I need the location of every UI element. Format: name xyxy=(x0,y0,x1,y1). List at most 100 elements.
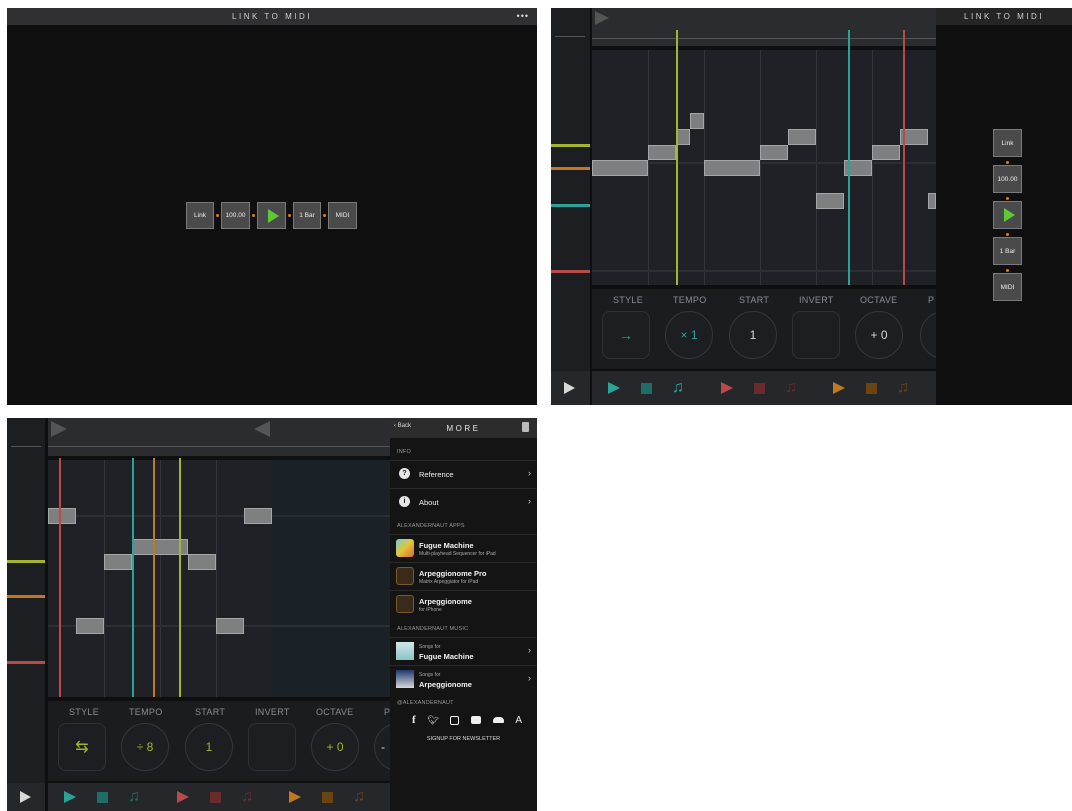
start-knob[interactable]: 1 xyxy=(185,723,233,771)
app-title: Arpeggionome xyxy=(419,597,472,606)
note-block[interactable] xyxy=(690,113,704,129)
track-play-icon[interactable] xyxy=(289,791,301,803)
track-stop-icon[interactable] xyxy=(322,792,333,803)
note-block[interactable] xyxy=(76,618,104,634)
playhead-orange[interactable] xyxy=(153,458,155,697)
note-block[interactable] xyxy=(788,129,816,145)
note-grid[interactable] xyxy=(592,30,936,285)
track-play-icon[interactable] xyxy=(177,791,189,803)
octave-knob[interactable]: + 0 xyxy=(311,723,359,771)
link-button[interactable]: Link xyxy=(993,129,1022,157)
music-row-fugue[interactable]: Songs for Fugue Machine › xyxy=(390,637,537,665)
tempo-field[interactable]: 100.00 xyxy=(221,202,250,229)
playhead-yellow[interactable] xyxy=(676,30,678,285)
octave-knob[interactable]: + 0 xyxy=(855,311,903,359)
track-play-icon[interactable] xyxy=(721,382,733,394)
link-button[interactable]: Link xyxy=(186,202,214,229)
play-button[interactable] xyxy=(257,202,286,229)
play-icon xyxy=(267,208,279,223)
sidebar-title-bar: LINK TO MIDI xyxy=(936,8,1072,25)
midi-button[interactable]: MIDI xyxy=(993,273,1022,301)
loop-end-marker-icon[interactable] xyxy=(254,421,270,437)
soundcloud-icon[interactable] xyxy=(492,717,504,723)
app-row-arpeggionome[interactable]: Arpeggionome for iPhone xyxy=(390,590,537,618)
tempo-knob[interactable]: × 1 xyxy=(665,311,713,359)
bar-length-button[interactable]: 1 Bar xyxy=(293,202,321,229)
master-play-icon[interactable] xyxy=(564,382,575,394)
reference-row[interactable]: ? Reference › xyxy=(390,460,537,488)
note-block[interactable] xyxy=(760,145,788,160)
timeline-ruler[interactable] xyxy=(48,418,390,456)
octave-label: OCTAVE xyxy=(860,295,898,305)
partial-knob-value: - xyxy=(381,740,385,754)
facebook-icon[interactable]: f xyxy=(412,714,416,726)
music-note-icon[interactable]: ♫ xyxy=(897,380,909,396)
twitter-icon[interactable]: 🐦︎ xyxy=(427,715,438,726)
track-play-icon[interactable] xyxy=(833,382,845,394)
invert-toggle[interactable] xyxy=(792,311,840,359)
note-block[interactable] xyxy=(816,193,844,209)
app-row-arpeggionome-pro[interactable]: Arpeggionome Pro Matrix Arpeggiator for … xyxy=(390,562,537,590)
loop-start-marker-icon[interactable] xyxy=(595,11,609,25)
music-prefix: Songs for xyxy=(419,644,441,650)
pitch-strip[interactable] xyxy=(551,8,590,405)
note-grid[interactable] xyxy=(48,458,390,697)
note-block[interactable] xyxy=(188,554,216,570)
track-stop-icon[interactable] xyxy=(97,792,108,803)
tempo-field[interactable]: 100.00 xyxy=(993,165,1022,193)
invert-toggle[interactable] xyxy=(248,723,296,771)
playhead-teal[interactable] xyxy=(848,30,850,285)
newsletter-signup-button[interactable]: SIGNUP FOR NEWSLETTER xyxy=(390,734,537,744)
master-play-icon[interactable] xyxy=(20,791,31,803)
music-note-icon[interactable]: ♫ xyxy=(785,380,797,396)
style-selector[interactable]: ⇆ xyxy=(58,723,106,771)
loop-start-marker-icon[interactable] xyxy=(51,421,67,437)
youtube-icon[interactable] xyxy=(471,716,482,724)
note-block[interactable] xyxy=(216,618,244,634)
track-stop-icon[interactable] xyxy=(754,383,765,394)
playhead-red[interactable] xyxy=(59,458,61,697)
playhead-yellow[interactable] xyxy=(179,458,181,697)
midi-button[interactable]: MIDI xyxy=(328,202,357,229)
menu-dots-icon[interactable]: ••• xyxy=(517,11,529,21)
track-stop-icon[interactable] xyxy=(866,383,877,394)
social-section-header: @ALEXANDERNAUT xyxy=(397,700,454,706)
note-block[interactable] xyxy=(244,508,272,524)
play-icon xyxy=(1003,208,1015,222)
lane-marker-red xyxy=(7,661,45,664)
screen-title: LINK TO MIDI xyxy=(232,12,312,21)
playhead-teal[interactable] xyxy=(132,458,134,697)
tempo-knob[interactable]: ÷ 8 xyxy=(121,723,169,771)
pitch-strip[interactable] xyxy=(7,418,45,811)
note-block[interactable] xyxy=(704,160,760,176)
music-note-icon[interactable]: ♫ xyxy=(128,789,140,805)
style-selector[interactable]: → xyxy=(602,311,650,359)
timeline-ruler[interactable] xyxy=(592,8,936,46)
music-note-icon[interactable]: ♫ xyxy=(353,789,365,805)
app-row-fugue[interactable]: Fugue Machine Multi-playhead Sequencer f… xyxy=(390,534,537,562)
app-store-icon[interactable]: A xyxy=(515,715,522,726)
track-stop-icon[interactable] xyxy=(210,792,221,803)
playhead-red[interactable] xyxy=(903,30,905,285)
track-play-icon[interactable] xyxy=(64,791,76,803)
partial-knob[interactable]: - xyxy=(374,723,390,771)
app-title: Arpeggionome Pro xyxy=(419,569,487,578)
note-block[interactable] xyxy=(676,129,690,145)
bar-length-button[interactable]: 1 Bar xyxy=(993,237,1022,265)
note-block[interactable] xyxy=(104,554,132,570)
note-block[interactable] xyxy=(48,508,76,524)
play-button[interactable] xyxy=(993,201,1022,229)
about-row[interactable]: i About › xyxy=(390,488,537,516)
track-play-icon[interactable] xyxy=(608,382,620,394)
share-icon[interactable] xyxy=(522,422,529,432)
start-knob[interactable]: 1 xyxy=(729,311,777,359)
music-note-icon[interactable]: ♫ xyxy=(241,789,253,805)
note-block[interactable] xyxy=(872,145,900,160)
track-stop-icon[interactable] xyxy=(641,383,652,394)
note-block[interactable] xyxy=(648,145,676,160)
instagram-icon[interactable] xyxy=(450,715,460,725)
note-block[interactable] xyxy=(928,193,936,209)
music-note-icon[interactable]: ♫ xyxy=(672,380,684,396)
note-block[interactable] xyxy=(592,160,648,176)
music-row-arpeggionome[interactable]: Songs for Arpeggionome › xyxy=(390,665,537,693)
